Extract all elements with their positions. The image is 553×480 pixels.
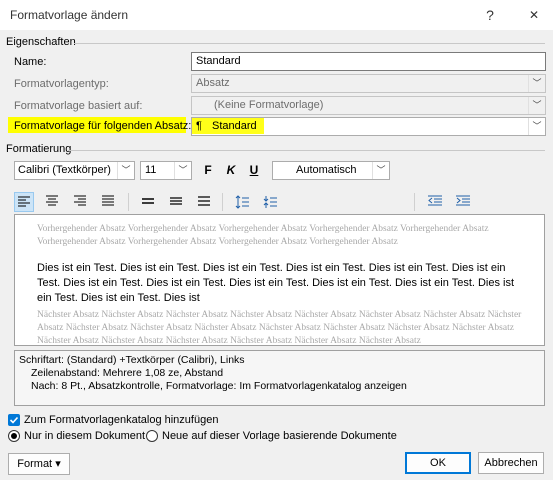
preview-pane: Vorhergehender Absatz Vorhergehender Abs… [14, 214, 545, 346]
description-line: Nach: 8 Pt., Absatzkontrolle, Formatvorl… [31, 380, 407, 392]
only-this-document-label[interactable]: Nur in diesem Dokument [24, 430, 145, 442]
increase-indent-button[interactable] [453, 192, 473, 212]
format-button-label: Format [17, 458, 53, 470]
single-spacing-button[interactable] [138, 192, 158, 212]
cancel-button[interactable]: Abbrechen [478, 452, 544, 474]
spacing-before-icon [235, 195, 249, 209]
toolbar-separator [222, 193, 223, 211]
align-left-button[interactable] [14, 192, 34, 212]
help-button[interactable]: ? [478, 4, 502, 26]
font-size-value: 11 [145, 164, 157, 176]
formatting-section-title: Formatierung [6, 143, 72, 155]
align-center-icon [46, 195, 58, 206]
description-line: Schriftart: (Standard) +Textkörper (Cali… [19, 354, 245, 366]
one-half-spacing-icon [170, 197, 182, 205]
increase-indent-icon [456, 195, 470, 206]
new-documents-label[interactable]: Neue auf dieser Vorlage basierende Dokum… [162, 430, 397, 442]
section-divider [74, 43, 545, 44]
based-on-select[interactable]: (Keine Formatvorlage) ﹀ [191, 96, 546, 115]
based-on-value: (Keine Formatvorlage) [214, 99, 324, 111]
align-right-icon [74, 195, 86, 206]
preview-sample-text: Dies ist ein Test. Dies ist ein Test. Di… [37, 262, 515, 304]
font-select[interactable]: Calibri (Textkörper) ﹀ [14, 161, 135, 180]
paragraph-icon: ¶ [196, 120, 202, 132]
type-select[interactable]: Absatz ﹀ [191, 74, 546, 93]
name-field[interactable]: Standard [191, 52, 546, 71]
spacing-after-icon [263, 196, 277, 208]
chevron-down-icon: ﹀ [528, 118, 545, 135]
section-divider [68, 150, 545, 151]
toolbar-separator [128, 193, 129, 211]
double-spacing-icon [198, 196, 210, 206]
add-to-gallery-checkbox[interactable] [8, 414, 20, 426]
toolbar-separator [414, 193, 415, 211]
font-color-select[interactable]: Automatisch ﹀ [272, 161, 390, 180]
single-spacing-icon [142, 198, 154, 204]
ok-button[interactable]: OK [405, 452, 471, 474]
style-description: Schriftart: (Standard) +Textkörper (Cali… [14, 350, 545, 406]
align-right-button[interactable] [70, 192, 90, 212]
chevron-down-icon: ▾ [55, 458, 61, 470]
checkmark-icon [9, 416, 19, 424]
next-paragraph-value: Standard [212, 120, 257, 132]
double-spacing-button[interactable] [194, 192, 214, 212]
chevron-down-icon: ﹀ [117, 162, 134, 179]
properties-section-title: Eigenschaften [6, 36, 76, 48]
chevron-down-icon: ﹀ [174, 162, 191, 179]
format-menu-button[interactable]: Format ▾ [8, 453, 70, 475]
only-this-document-radio[interactable] [8, 430, 20, 442]
bold-button[interactable]: F [198, 160, 218, 180]
dialog-title: Formatvorlage ändern [10, 8, 129, 22]
decrease-indent-icon [428, 195, 442, 206]
name-label: Name: [14, 56, 47, 68]
preview-next-paragraph: Nächster Absatz Nächster Absatz Nächster… [37, 310, 522, 346]
type-label: Formatvorlagentyp: [14, 78, 109, 90]
new-documents-radio[interactable] [146, 430, 158, 442]
decrease-indent-button[interactable] [425, 192, 445, 212]
chevron-down-icon: ﹀ [528, 97, 545, 114]
justify-button[interactable] [98, 192, 118, 212]
chevron-down-icon: ﹀ [372, 162, 389, 179]
justify-icon [102, 195, 114, 206]
font-value: Calibri (Textkörper) [18, 164, 111, 176]
italic-button[interactable]: K [221, 160, 241, 180]
preview-previous-paragraph: Vorhergehender Absatz Vorhergehender Abs… [37, 224, 489, 247]
underline-button[interactable]: U [244, 160, 264, 180]
based-on-label: Formatvorlage basiert auf: [14, 100, 143, 112]
chevron-down-icon: ﹀ [528, 75, 545, 92]
description-line: Zeilenabstand: Mehrere 1,08 ze, Abstand [31, 367, 224, 379]
close-button[interactable]: ✕ [522, 4, 546, 26]
font-color-value: Automatisch [296, 164, 357, 176]
type-value: Absatz [196, 77, 230, 89]
one-half-spacing-button[interactable] [166, 192, 186, 212]
font-size-select[interactable]: 11 ﹀ [140, 161, 192, 180]
align-left-icon [18, 196, 30, 207]
next-paragraph-label: Formatvorlage für folgenden Absatz: [14, 120, 192, 132]
decrease-spacing-before-button[interactable] [260, 192, 280, 212]
increase-spacing-before-button[interactable] [232, 192, 252, 212]
align-center-button[interactable] [42, 192, 62, 212]
add-to-gallery-label[interactable]: Zum Formatvorlagenkatalog hinzufügen [24, 414, 218, 426]
